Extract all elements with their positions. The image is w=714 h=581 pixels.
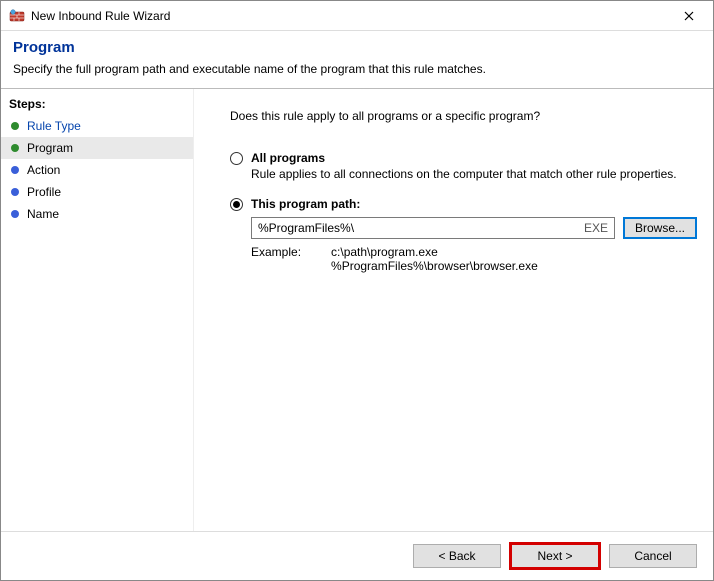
- step-label: Program: [27, 141, 73, 155]
- firewall-icon: [9, 8, 25, 24]
- program-path-ext: EXE: [580, 221, 608, 235]
- back-button[interactable]: < Back: [413, 544, 501, 568]
- page-description: Specify the full program path and execut…: [13, 62, 701, 76]
- cancel-button[interactable]: Cancel: [609, 544, 697, 568]
- option-all-desc: Rule applies to all connections on the c…: [251, 167, 697, 181]
- question-text: Does this rule apply to all programs or …: [230, 109, 697, 123]
- page-title: Program: [13, 39, 701, 56]
- program-path-input[interactable]: %ProgramFiles%\ EXE: [251, 217, 615, 239]
- example-path-2: %ProgramFiles%\browser\browser.exe: [331, 259, 538, 273]
- bullet-icon: [11, 188, 19, 196]
- step-label: Action: [27, 163, 60, 177]
- step-label: Profile: [27, 185, 61, 199]
- option-all-programs: All programs Rule applies to all connect…: [230, 151, 697, 181]
- option-program-path: This program path: %ProgramFiles%\ EXE B…: [230, 197, 697, 273]
- program-path-value: %ProgramFiles%\: [258, 221, 580, 235]
- bullet-icon: [11, 210, 19, 218]
- main-panel: Does this rule apply to all programs or …: [194, 89, 713, 531]
- option-all-label: All programs: [251, 151, 325, 165]
- wizard-header: Program Specify the full program path an…: [1, 31, 713, 88]
- window-title: New Inbound Rule Wizard: [31, 9, 669, 23]
- option-path-label: This program path:: [251, 197, 360, 211]
- bullet-icon: [11, 144, 19, 152]
- browse-button[interactable]: Browse...: [623, 217, 697, 239]
- titlebar: New Inbound Rule Wizard: [1, 1, 713, 31]
- example-label: Example:: [251, 245, 301, 273]
- step-label: Name: [27, 207, 59, 221]
- wizard-window: New Inbound Rule Wizard Program Specify …: [0, 0, 714, 581]
- radio-all-programs[interactable]: [230, 152, 243, 165]
- content-area: Steps: Rule Type Program Action Profile …: [1, 88, 713, 531]
- steps-header: Steps:: [1, 95, 193, 115]
- step-action[interactable]: Action: [1, 159, 193, 181]
- button-bar: < Back Next > Cancel: [1, 531, 713, 580]
- steps-sidebar: Steps: Rule Type Program Action Profile …: [1, 89, 194, 531]
- bullet-icon: [11, 166, 19, 174]
- bullet-icon: [11, 122, 19, 130]
- step-profile[interactable]: Profile: [1, 181, 193, 203]
- step-program[interactable]: Program: [1, 137, 193, 159]
- example-path-1: c:\path\program.exe: [331, 245, 538, 259]
- next-button[interactable]: Next >: [511, 544, 599, 568]
- step-name[interactable]: Name: [1, 203, 193, 225]
- close-button[interactable]: [669, 2, 709, 30]
- step-rule-type[interactable]: Rule Type: [1, 115, 193, 137]
- step-label: Rule Type: [27, 119, 81, 133]
- radio-program-path[interactable]: [230, 198, 243, 211]
